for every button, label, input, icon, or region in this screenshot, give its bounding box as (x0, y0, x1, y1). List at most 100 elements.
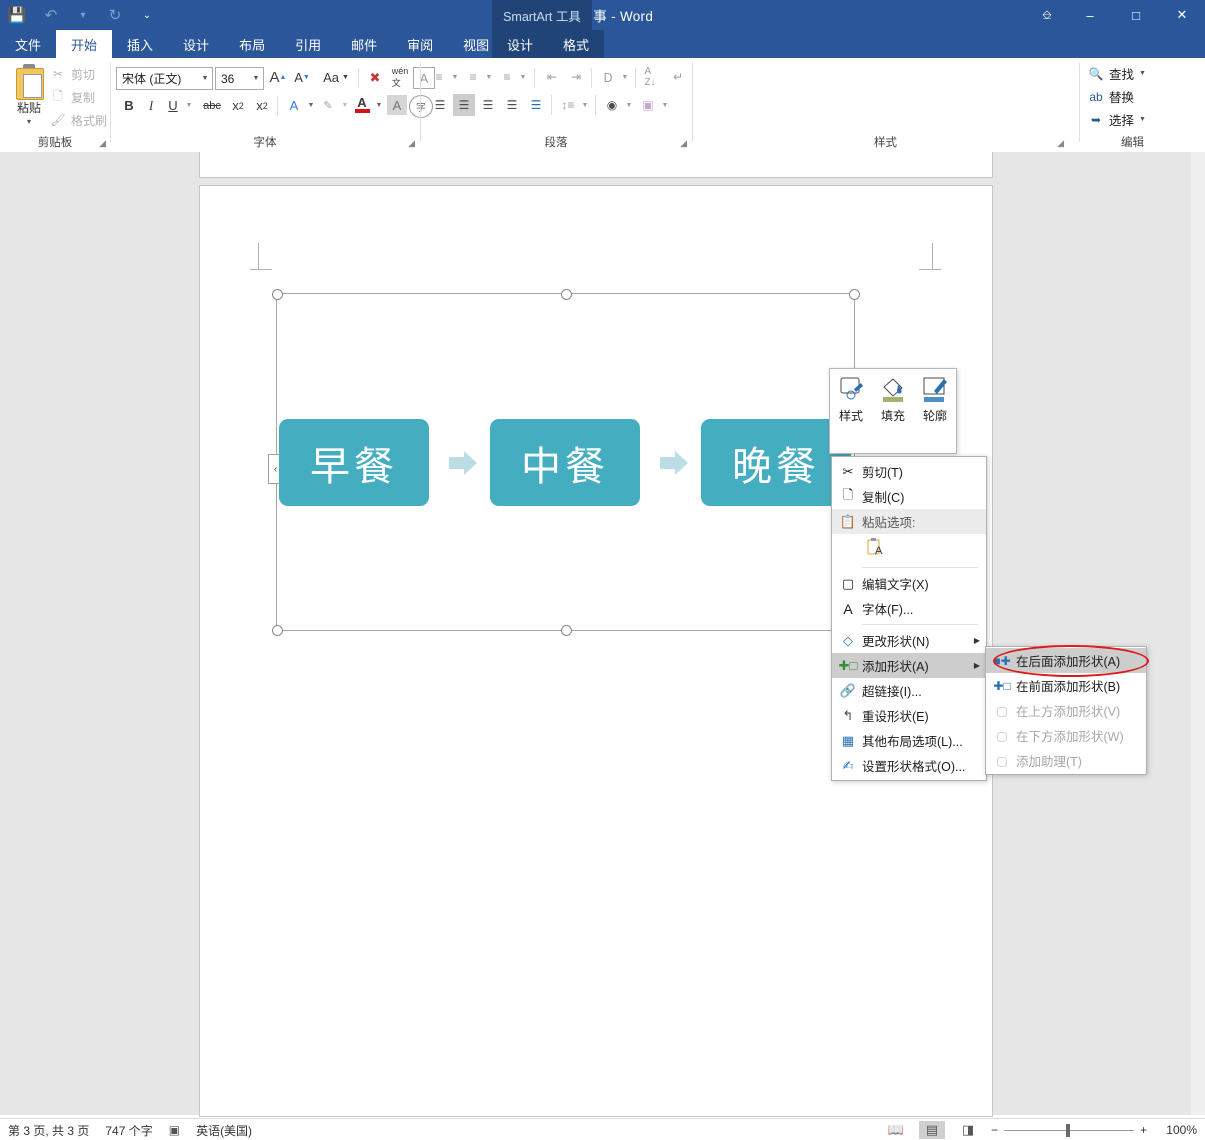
mini-toolbar-shape-styles[interactable]: 样式 (830, 375, 872, 424)
tab-mailings[interactable]: 邮件 (336, 30, 392, 58)
paste-button[interactable]: 粘贴 ▾ (6, 62, 52, 136)
zoom-thumb[interactable] (1065, 1123, 1070, 1137)
show-formatting-marks-icon[interactable]: ↵ (667, 67, 689, 87)
menu-item-font[interactable]: A 字体(F)... (832, 596, 986, 621)
character-shading-icon[interactable]: A (387, 95, 407, 115)
restore-icon[interactable]: □ (1113, 0, 1159, 30)
bold-button[interactable]: B (119, 95, 139, 116)
chevron-down-icon[interactable]: ▼ (483, 67, 495, 87)
asian-layout-icon[interactable]: Ｄ (597, 67, 619, 87)
numbering-icon[interactable]: ≡ (463, 67, 483, 87)
bullets-icon[interactable]: ≡ (429, 67, 449, 87)
save-icon[interactable]: 💾 (0, 0, 34, 30)
menu-item-format-shape[interactable]: ✍ 设置形状格式(O)... (832, 753, 986, 778)
zoom-in-button[interactable]: + (1140, 1123, 1147, 1137)
font-size-box[interactable]: 36 ▼ (215, 67, 264, 90)
tab-references[interactable]: 引用 (280, 30, 336, 58)
menu-item-hyperlink[interactable]: 🔗 超链接(I)... (832, 678, 986, 703)
paragraph-dialog-launcher[interactable]: ◢ (680, 138, 687, 149)
align-center-icon[interactable]: ☰ (453, 94, 475, 116)
grow-font-button[interactable]: A ▲ (267, 67, 289, 88)
minimize-icon[interactable]: – (1067, 0, 1113, 30)
tab-insert[interactable]: 插入 (112, 30, 168, 58)
word-count[interactable]: 747 个字 (105, 1122, 152, 1139)
menu-item-copy[interactable]: 🗋 复制(C) (832, 484, 986, 509)
tab-smartart-design[interactable]: 设计 (492, 30, 548, 58)
font-name-box[interactable]: 宋体 (正文) ▼ (116, 67, 213, 90)
resize-handle-bottom-center[interactable] (561, 625, 572, 636)
menu-item-cut[interactable]: ✂ 剪切(T) (832, 459, 986, 484)
customize-qat-icon[interactable]: ⌄ (132, 0, 162, 30)
chevron-down-icon[interactable]: ▼ (1139, 70, 1146, 77)
chevron-down-icon[interactable]: ▼ (449, 67, 461, 87)
undo-icon[interactable]: ↶ (34, 0, 68, 30)
italic-button[interactable]: I (141, 95, 161, 116)
mini-toolbar-shape-fill[interactable]: 填充 (872, 375, 914, 424)
resize-handle-bottom-left[interactable] (272, 625, 283, 636)
chevron-down-icon[interactable]: ▼ (579, 94, 591, 116)
change-case-button[interactable]: Aa ▼ (319, 67, 353, 88)
increase-indent-icon[interactable]: ⇥ (565, 67, 587, 87)
superscript-button[interactable]: x2 (251, 95, 273, 116)
web-layout-icon[interactable]: ◨ (955, 1121, 981, 1139)
chevron-down-icon[interactable]: ▼ (183, 95, 195, 116)
multilevel-list-icon[interactable]: ≡ (497, 67, 517, 87)
mini-toolbar[interactable]: 样式 填充 轮廓 (829, 368, 957, 454)
shrink-font-button[interactable]: A ▼ (291, 67, 313, 88)
chevron-down-icon[interactable]: ▼ (373, 95, 385, 116)
menu-item-change-shape[interactable]: ◇ 更改形状(N) ▶ (832, 628, 986, 653)
line-spacing-icon[interactable]: ↕≡ (557, 94, 579, 116)
add-shape-submenu[interactable]: ■✚ 在后面添加形状(A) ✚□ 在前面添加形状(B) ▢ 在上方添加形状(V)… (985, 646, 1147, 775)
submenu-item-add-shape-before[interactable]: ✚□ 在前面添加形状(B) (986, 673, 1146, 698)
find-button[interactable]: 🔍 查找 ▼ (1088, 64, 1146, 83)
strikethrough-button[interactable]: abc (199, 95, 225, 116)
context-menu[interactable]: ✂ 剪切(T) 🗋 复制(C) 📋 粘贴选项: A ▢ 编辑文字(X) A 字体… (831, 456, 987, 781)
tab-layout[interactable]: 布局 (224, 30, 280, 58)
decrease-indent-icon[interactable]: ⇤ (541, 67, 563, 87)
resize-handle-top-center[interactable] (561, 289, 572, 300)
close-icon[interactable]: ✕ (1159, 0, 1205, 30)
redo-icon[interactable]: ↻ (98, 0, 132, 30)
chevron-down-icon[interactable]: ▼ (305, 95, 317, 116)
smartart-shape-1[interactable]: 早餐 (279, 419, 429, 506)
copy-button[interactable]: 🗋 复制 (50, 87, 95, 107)
chevron-down-icon[interactable]: ▼ (623, 94, 635, 116)
language-indicator[interactable]: 英语(美国) (196, 1122, 252, 1139)
menu-item-add-shape[interactable]: ✚□ 添加形状(A) ▶ (832, 653, 986, 678)
underline-button[interactable]: U (163, 95, 183, 116)
align-left-icon[interactable]: ☰ (429, 94, 451, 116)
smartart-shape-2[interactable]: 中餐 (490, 419, 640, 506)
undo-dropdown-icon[interactable]: ▾ (68, 0, 98, 30)
distribute-icon[interactable]: ☰ (525, 94, 547, 116)
smartart-frame[interactable]: ‹ 早餐 中餐 晚餐 (268, 289, 860, 636)
resize-handle-top-left[interactable] (272, 289, 283, 300)
document-area[interactable]: ‹ 早餐 中餐 晚餐 最需教育 (0, 152, 1205, 1117)
chevron-down-icon[interactable]: ▼ (517, 67, 529, 87)
read-mode-icon[interactable]: 📖 (883, 1121, 909, 1139)
styles-dialog-launcher[interactable]: ◢ (1057, 138, 1064, 149)
chevron-down-icon[interactable]: ▼ (659, 94, 671, 116)
resize-handle-top-right[interactable] (849, 289, 860, 300)
chevron-down-icon[interactable]: ▼ (619, 67, 631, 87)
zoom-slider[interactable]: − + (991, 1123, 1147, 1137)
tab-file[interactable]: 文件 (0, 30, 56, 58)
page-info[interactable]: 第 3 页, 共 3 页 (8, 1122, 89, 1139)
paste-option-keep-text-only[interactable]: A (832, 534, 986, 564)
sort-icon[interactable]: A Z↓ (639, 66, 661, 88)
menu-item-edit-text[interactable]: ▢ 编辑文字(X) (832, 571, 986, 596)
phonetic-guide-icon[interactable]: wén 文 (389, 66, 411, 88)
chevron-down-icon[interactable]: ▾ (27, 117, 31, 126)
select-button[interactable]: ➥ 选择 ▼ (1088, 110, 1146, 129)
font-color-icon[interactable]: A (351, 92, 373, 117)
proofing-errors-icon[interactable]: ▣ (169, 1123, 180, 1137)
print-layout-icon[interactable]: ▤ (918, 1121, 945, 1139)
chevron-down-icon[interactable]: ▼ (339, 95, 351, 116)
tab-review[interactable]: 审阅 (392, 30, 448, 58)
align-right-icon[interactable]: ☰ (477, 94, 499, 116)
chevron-down-icon[interactable]: ▼ (1139, 116, 1146, 123)
replace-button[interactable]: ab 替换 (1088, 87, 1134, 106)
justify-icon[interactable]: ☰ (501, 94, 523, 116)
tab-design[interactable]: 设计 (168, 30, 224, 58)
zoom-track[interactable] (1003, 1123, 1134, 1137)
clear-formatting-icon[interactable]: ✖ (363, 67, 387, 88)
